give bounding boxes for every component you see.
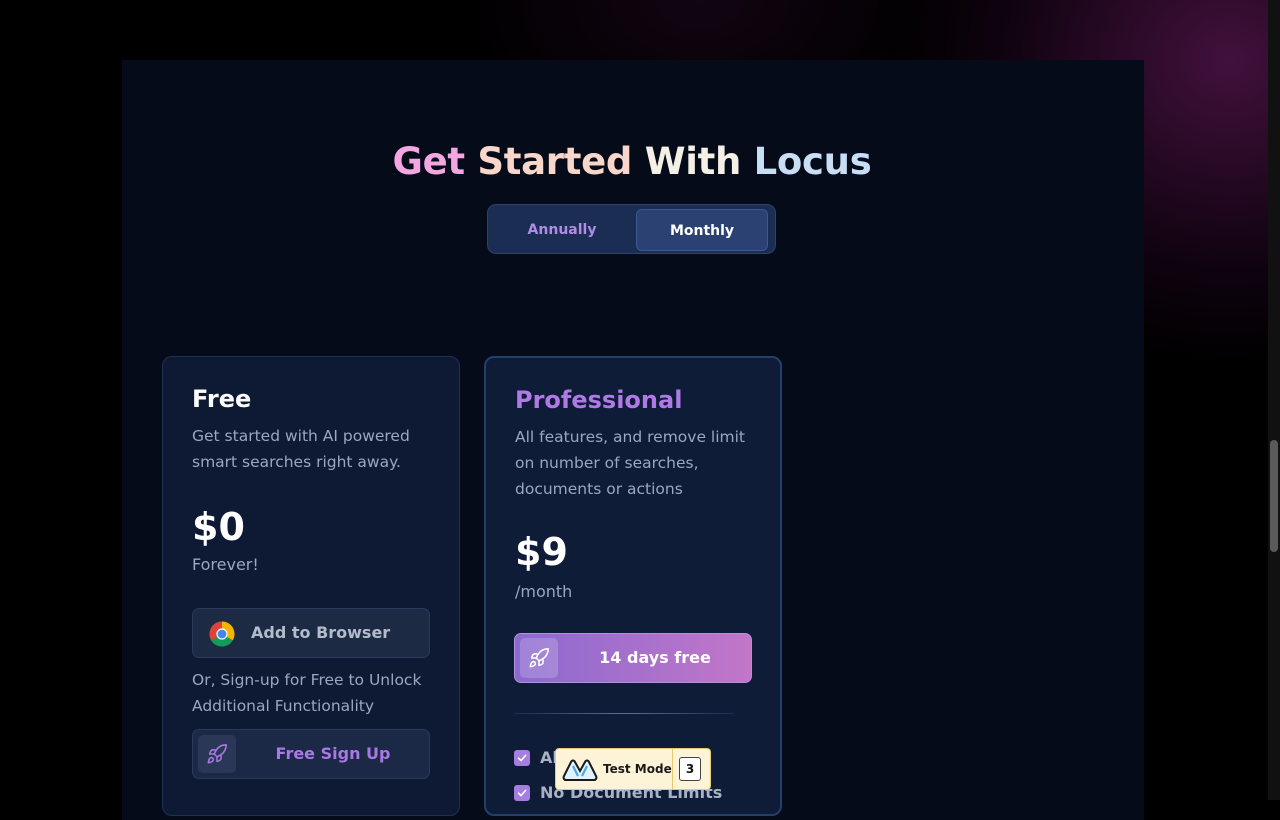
plan-card-free: Free Get started with AI powered smart s… [162,356,460,816]
badge-separator [672,749,673,789]
free-sign-up-button[interactable]: Free Sign Up [192,729,430,779]
scrollbar-thumb[interactable] [1270,440,1278,552]
title-word-locus: Locus [753,140,872,183]
page-title: Get Started With Locus [0,140,1264,183]
billing-period-toggle: Annually Monthly [487,204,776,254]
add-to-browser-button[interactable]: Add to Browser [192,608,430,658]
toggle-monthly-button[interactable]: Monthly [636,209,768,251]
checkbox-checked-icon [514,750,530,766]
rocket-icon [198,735,236,773]
plan-description: All features, and remove limit on number… [515,428,746,498]
page-scrollbar[interactable] [1268,0,1280,800]
plan-title: Free [192,385,252,413]
divider [514,713,734,714]
brand-logo-icon [562,759,598,781]
plan-card-professional: Professional All features, and remove li… [484,356,782,816]
plan-price: $0 [192,505,245,549]
test-mode-label: Test Mode [603,762,672,776]
rocket-icon [520,638,558,678]
chrome-icon [209,621,235,647]
signup-hint-text: Or, Sign-up for Free to Unlock Additiona… [192,671,422,715]
title-word-with: With [644,140,742,183]
checkbox-checked-icon [514,785,530,801]
start-trial-label: 14 days free [599,648,711,667]
plan-title: Professional [515,386,683,414]
plan-price: $9 [515,530,568,574]
title-word-get: Get [392,140,466,183]
plan-period: Forever! [192,555,259,574]
start-trial-button[interactable]: 14 days free [514,633,752,683]
plan-period: /month [515,582,573,601]
add-to-browser-label: Add to Browser [251,623,391,642]
toggle-annually-button[interactable]: Annually [492,209,632,251]
test-mode-badge[interactable]: Test Mode 3 [555,748,711,790]
title-word-started: Started [477,140,633,183]
free-sign-up-label: Free Sign Up [275,744,391,763]
test-mode-count: 3 [679,757,701,781]
plan-description: Get started with AI powered smart search… [192,427,410,471]
